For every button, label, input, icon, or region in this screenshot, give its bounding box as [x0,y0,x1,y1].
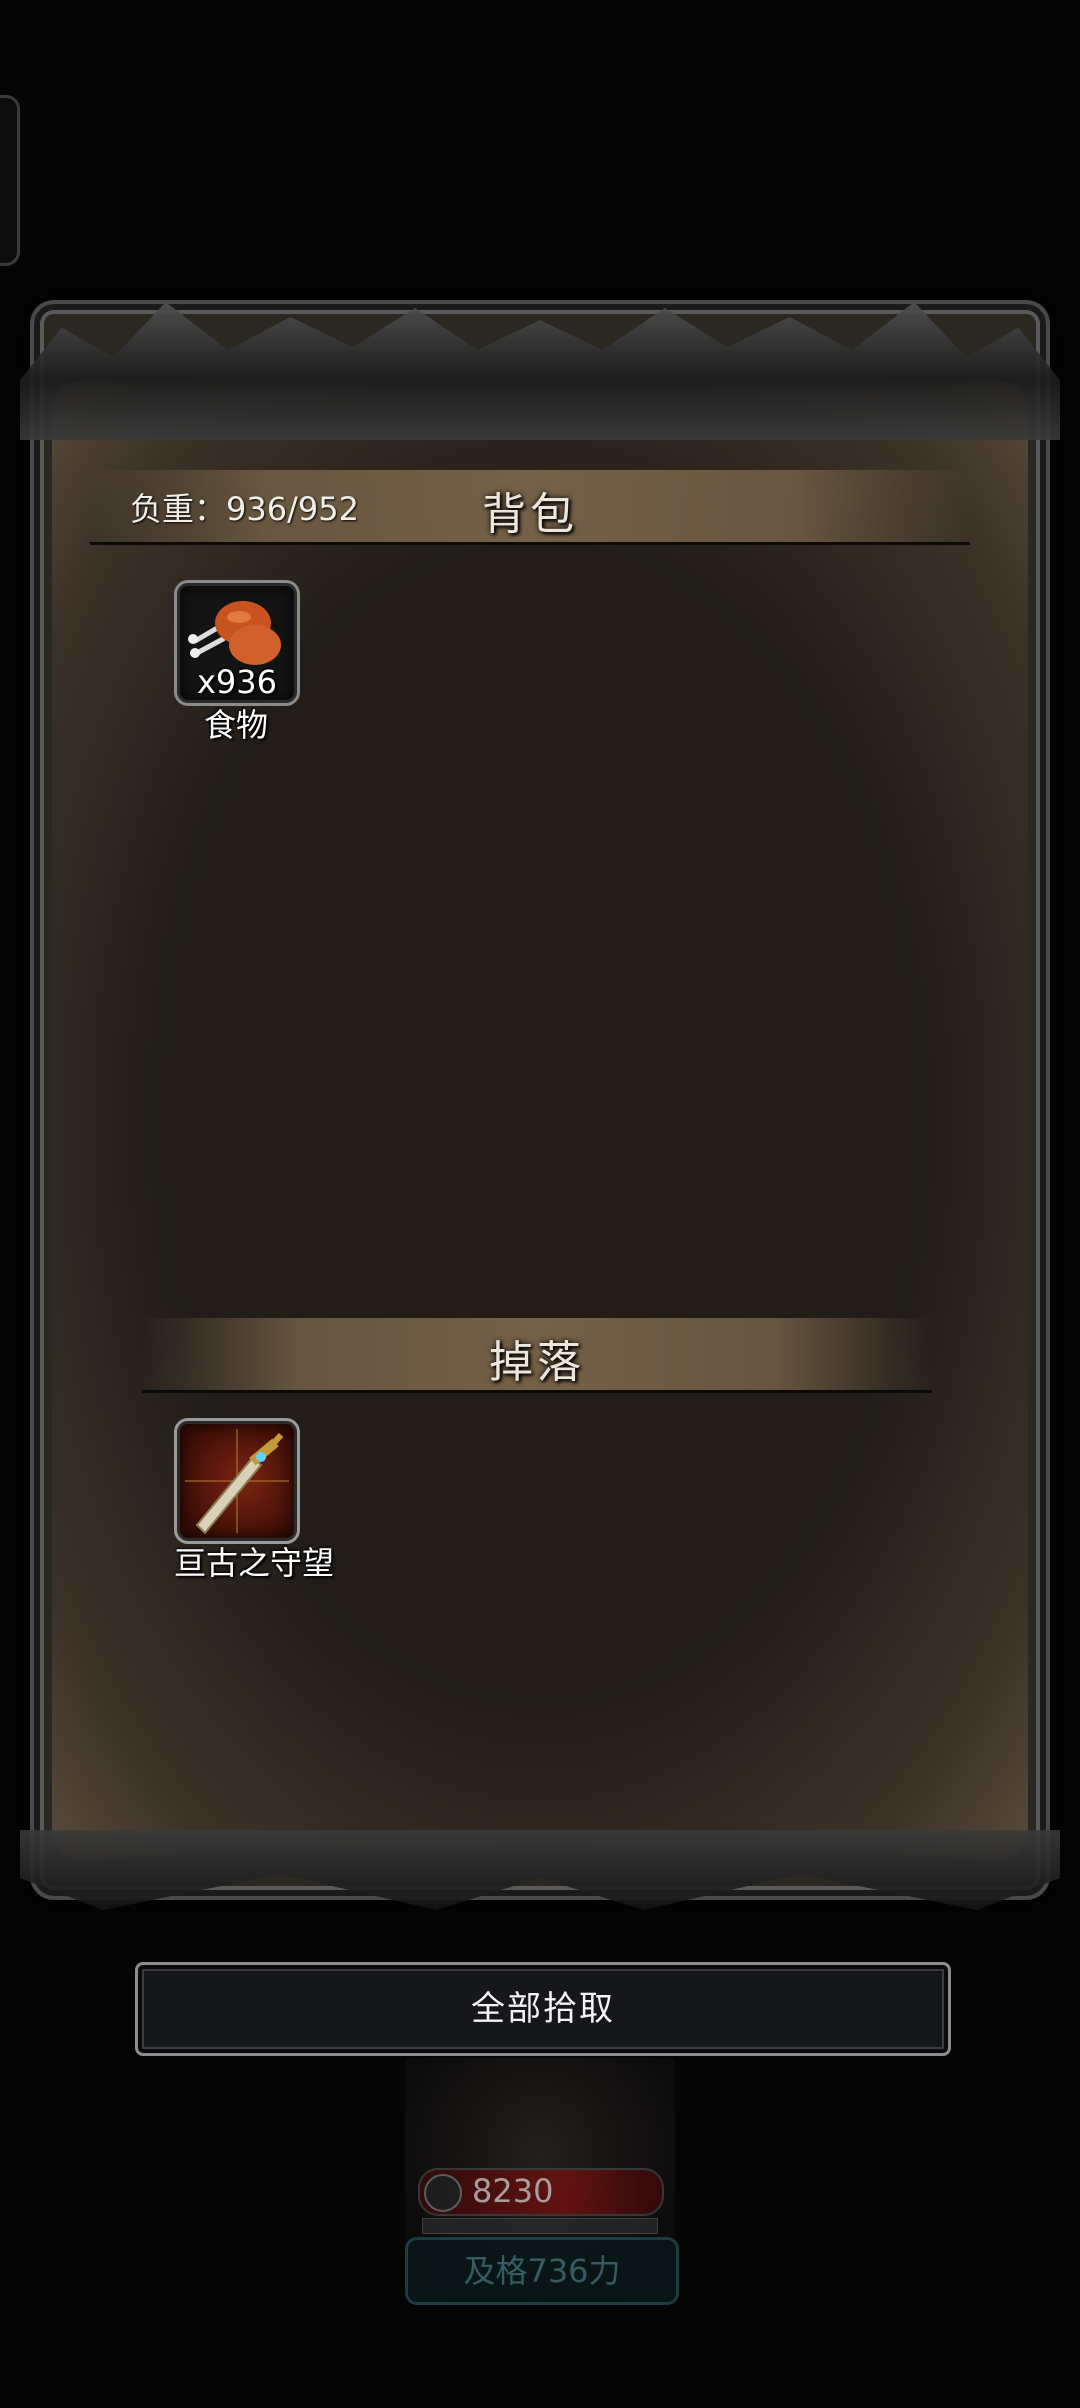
pickup-all-button[interactable]: 全部拾取 [135,1962,951,2056]
sword-badge-icon [424,2174,462,2212]
side-tab[interactable] [0,95,20,266]
power-value: 8230 [472,2172,554,2210]
bag-title: 背包 [482,489,578,540]
drops-title: 掉落 [489,1337,585,1388]
item-slot [174,1418,300,1544]
item-slot: x936 [174,580,300,706]
drops-header: 掉落 [142,1318,932,1393]
loot-panel: 负重：936/952 背包 x936 食物 掉落 亘古之守望 [20,300,1060,1910]
power-sub-bar [422,2218,658,2234]
item-quantity: x936 [196,663,277,701]
bag-header: 负重：936/952 背包 [90,470,970,545]
qualify-button[interactable]: 及格736力 [405,2237,679,2305]
drop-item-sword[interactable]: 亘古之守望 [174,1418,334,1584]
bag-item-food[interactable]: x936 食物 [174,580,300,746]
sword-icon [185,1429,289,1535]
power-bar: 8230 [418,2168,664,2216]
